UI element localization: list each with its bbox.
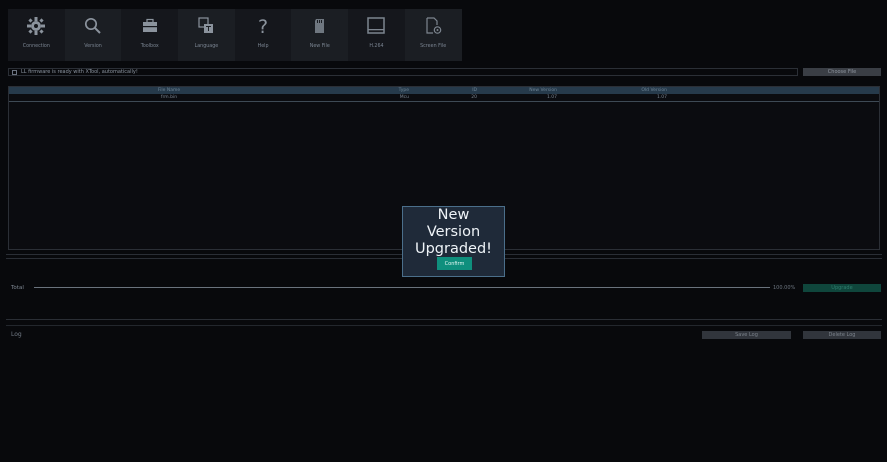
toolbar-button-connection[interactable]: Connection (8, 9, 65, 61)
toolbar-label-screen-file: Screen File (420, 44, 447, 49)
column-header-id: ID (472, 88, 477, 93)
choose-file-button[interactable]: Choose File (803, 68, 881, 76)
toolbar-button-new-file[interactable]: New File (291, 9, 349, 61)
toolbar-label-toolbox: Toolbox (140, 44, 159, 49)
save-log-button[interactable]: Save Log (702, 331, 791, 339)
delete-log-button[interactable]: Delete Log (803, 331, 881, 339)
total-progress-bar (34, 287, 770, 288)
column-header-new-version: New Version (529, 88, 557, 93)
toolbar-button-help[interactable]: ? Help (234, 9, 292, 61)
column-header-file-name: File Name (157, 88, 181, 93)
cell-new-version: 1.07 (546, 95, 557, 100)
language-icon (198, 17, 214, 33)
progress-fill (34, 287, 770, 288)
cell-file-name: frm.bin (160, 95, 178, 100)
divider (6, 319, 882, 320)
toolbar-button-toolbox[interactable]: Toolbox (121, 9, 179, 61)
cell-old-version: 1.07 (656, 95, 667, 100)
toolbar-label-help: Help (257, 44, 269, 49)
upgrade-complete-dialog: New Version Upgraded! Confirm (402, 206, 505, 277)
search-icon (84, 17, 101, 34)
toolbar-label-version: Version (84, 44, 102, 49)
log-panel: Log Save Log Delete Log (6, 325, 882, 456)
cell-type: Mcu (399, 95, 409, 100)
table-header: File Name Type ID New Version Old Versio… (9, 87, 879, 94)
dialog-message: New Version Upgraded! (414, 207, 492, 257)
toolbar-label-h264: H.264 (369, 44, 384, 49)
file-settings-icon (426, 17, 442, 34)
toolbar-label-new-file: New File (309, 44, 330, 49)
upgrade-tool-window: Connection Version Toolbox Language ? He… (0, 0, 887, 462)
sd-card-icon (314, 19, 324, 33)
svg-text:?: ? (258, 16, 268, 36)
toolbox-icon (142, 18, 157, 32)
confirm-button[interactable]: Confirm (437, 257, 472, 270)
toolbar-label-connection: Connection (22, 44, 50, 49)
cell-id: 20 (471, 95, 477, 100)
status-bar: LL firmware is ready with XTool, automat… (8, 68, 798, 76)
log-label: Log (11, 331, 22, 338)
monitor-icon (367, 17, 386, 34)
column-header-old-version: Old Version (641, 88, 667, 93)
toolbar-button-version[interactable]: Version (64, 9, 122, 61)
help-icon: ? (258, 16, 268, 36)
total-label: Total (11, 285, 24, 291)
toolbar: Connection Version Toolbox Language ? He… (8, 9, 462, 61)
toolbar-label-language: Language (194, 44, 219, 49)
toolbar-button-h264[interactable]: H.264 (348, 9, 405, 61)
gear-icon (27, 17, 46, 35)
upgrade-button[interactable]: Upgrade (803, 284, 881, 292)
toolbar-button-screen-file[interactable]: Screen File (404, 9, 462, 61)
status-text: LL firmware is ready with XTool, automat… (21, 69, 138, 75)
toolbar-button-language[interactable]: Language (178, 9, 235, 61)
column-header-type: Type (398, 88, 409, 93)
table-row[interactable]: frm.bin Mcu 20 1.07 1.07 (9, 94, 879, 102)
progress-percent: 100.00% (773, 285, 796, 291)
auto-upgrade-checkbox[interactable] (12, 69, 17, 75)
